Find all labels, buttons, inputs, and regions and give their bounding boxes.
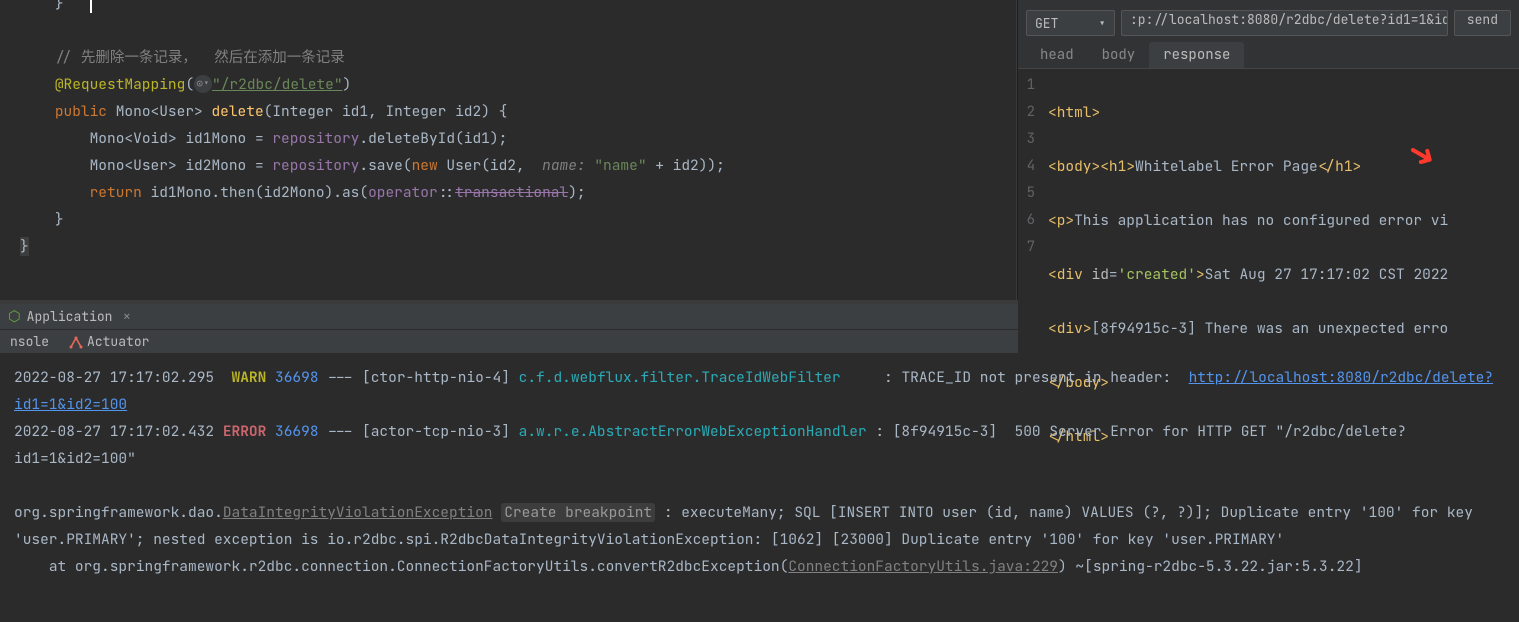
stacktrace-link[interactable]: ConnectionFactoryUtils.java:229 xyxy=(788,557,1058,576)
http-client-panel: GET▾ :p://localhost:8080/r2dbc/delete?id… xyxy=(1017,0,1519,300)
url-input[interactable]: :p://localhost:8080/r2dbc/delete?id1=1&i… xyxy=(1121,10,1448,36)
actuator-icon xyxy=(69,335,83,349)
http-method-select[interactable]: GET▾ xyxy=(1026,10,1115,36)
log-level-error: ERROR xyxy=(223,422,267,441)
console-output[interactable]: ➜ 2022-08-27 17:17:02.295 WARN 36698 ---… xyxy=(0,354,1519,622)
tab-response[interactable]: response xyxy=(1149,42,1244,68)
close-icon[interactable]: × xyxy=(122,307,131,326)
log-level-warn: WARN xyxy=(232,368,267,387)
send-button[interactable]: send xyxy=(1454,10,1511,36)
method-name: delete xyxy=(211,102,263,121)
tab-body[interactable]: body xyxy=(1088,42,1150,68)
subtab-console[interactable]: nsole xyxy=(0,330,59,353)
mapping-path: "/r2dbc/delete" xyxy=(212,75,343,94)
tab-head[interactable]: head xyxy=(1026,42,1088,68)
code-editor[interactable]: } // 先删除一条记录， 然后在添加一条记录 @RequestMapping(… xyxy=(0,0,1017,300)
subtab-actuator[interactable]: Actuator xyxy=(59,330,159,353)
create-breakpoint-button[interactable]: Create breakpoint xyxy=(501,503,655,522)
code-comment: // 先删除一条记录， 然后在添加一条记录 xyxy=(55,48,345,67)
run-config-icon: ⬡ xyxy=(8,307,21,326)
tab-application[interactable]: Application xyxy=(27,308,113,325)
chevron-down-icon: ▾ xyxy=(1098,15,1106,32)
exception-link[interactable]: DataIntegrityViolationException xyxy=(223,503,493,522)
http-method-icon: ⊙▾ xyxy=(194,75,212,93)
annotation: @RequestMapping xyxy=(55,75,186,94)
keyword-public: public xyxy=(55,102,107,121)
